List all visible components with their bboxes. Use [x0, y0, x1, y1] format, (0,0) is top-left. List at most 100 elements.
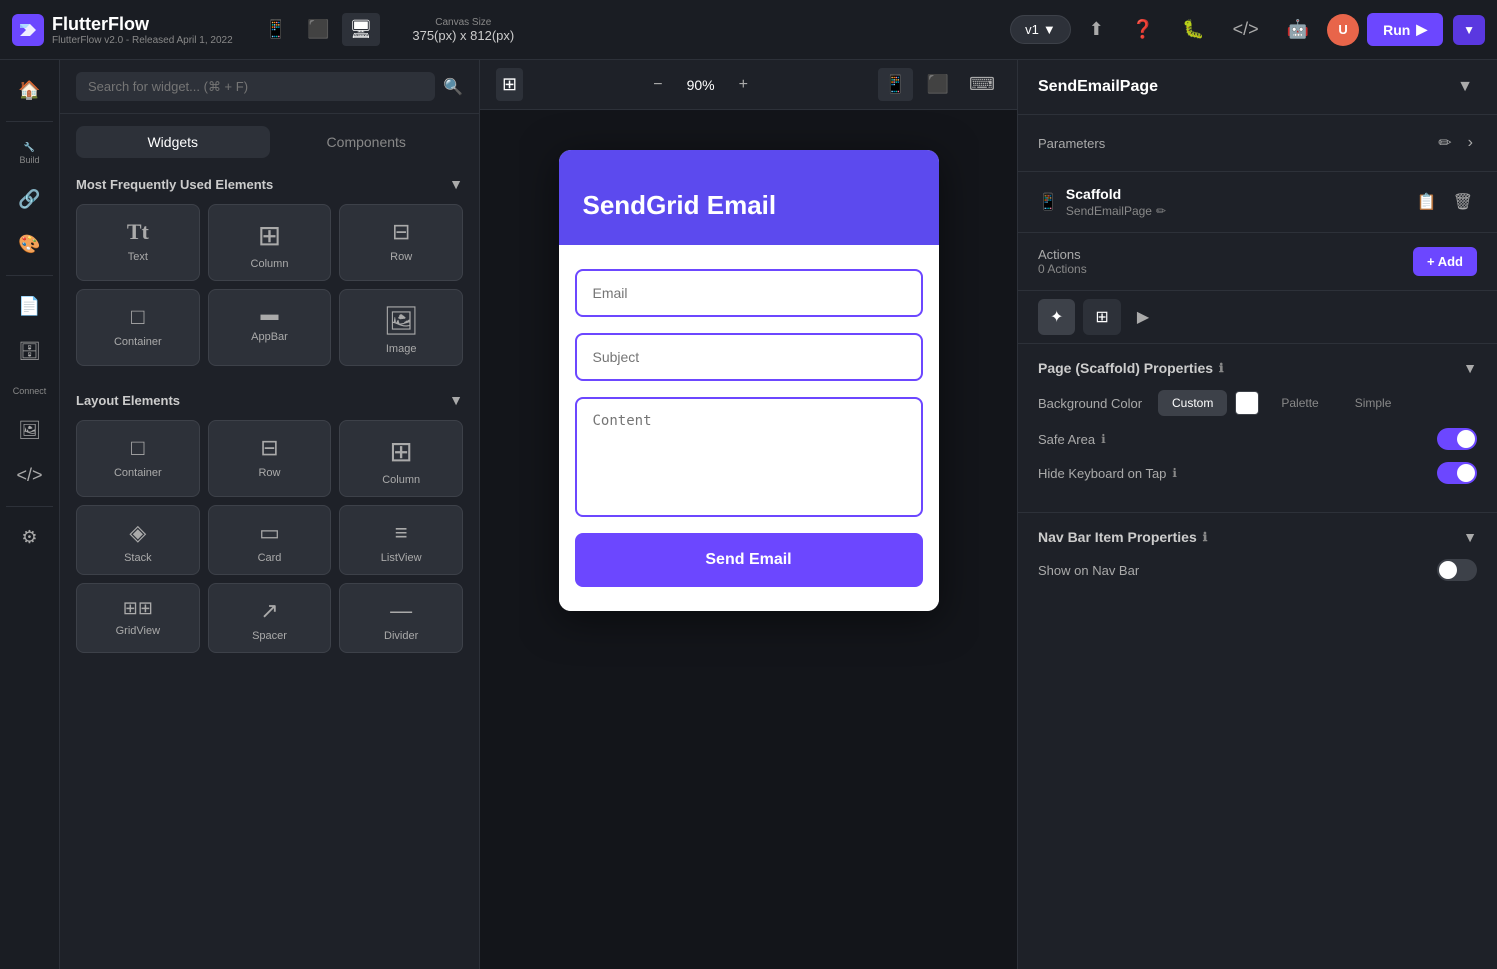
- app-header-title: SendGrid Email: [583, 190, 915, 221]
- show-nav-bar-toggle-row: Show on Nav Bar: [1038, 559, 1477, 581]
- nav-pages-btn[interactable]: 📄: [10, 288, 48, 325]
- code-icon-btn[interactable]: </>: [1223, 13, 1269, 46]
- nav-settings-btn[interactable]: ⚙: [13, 519, 45, 556]
- android-icon-btn[interactable]: 🤖: [1277, 13, 1319, 46]
- widget-item-text[interactable]: Tt Text: [76, 204, 200, 281]
- zoom-out-btn[interactable]: −: [645, 72, 670, 98]
- help-icon-btn[interactable]: ❓: [1122, 13, 1164, 46]
- layout-listview-label: ListView: [381, 552, 422, 564]
- layout-card[interactable]: ▭ Card: [208, 505, 332, 575]
- nav-media-btn[interactable]: 🖼: [10, 412, 49, 449]
- bg-simple-btn[interactable]: Simple: [1341, 390, 1406, 416]
- nav-database-btn[interactable]: 🗄: [10, 333, 49, 370]
- scaffold-delete-btn[interactable]: 🗑: [1449, 188, 1477, 216]
- scaffold-edit-icon[interactable]: ✏: [1156, 204, 1166, 218]
- email-field[interactable]: [575, 269, 923, 317]
- safe-area-toggle[interactable]: [1437, 428, 1477, 450]
- user-avatar[interactable]: U: [1327, 14, 1359, 46]
- widget-item-appbar[interactable]: ▬ AppBar: [208, 289, 332, 366]
- layout-column-label: Column: [382, 474, 420, 486]
- flutterflow-logo-icon: [12, 14, 44, 46]
- subject-field[interactable]: [575, 333, 923, 381]
- layout-stack-label: Stack: [124, 552, 152, 564]
- widget-search-input[interactable]: [76, 72, 435, 101]
- safe-area-toggle-row: Safe Area ℹ: [1038, 428, 1477, 450]
- properties-play-btn[interactable]: ▶: [1129, 299, 1157, 335]
- nav-connect-btn[interactable]: Connect: [5, 378, 55, 404]
- layout-divider[interactable]: — Divider: [339, 583, 463, 653]
- parameters-row: Parameters ✏ ›: [1038, 129, 1477, 157]
- send-email-button[interactable]: Send Email: [575, 533, 923, 587]
- tab-components[interactable]: Components: [270, 126, 464, 158]
- parameters-expand-btn[interactable]: ›: [1464, 129, 1477, 157]
- keyboard-btn[interactable]: ⌨: [963, 68, 1001, 101]
- layout-section-header[interactable]: Layout Elements ▼: [60, 382, 479, 416]
- scaffold-copy-btn[interactable]: 📋: [1413, 188, 1441, 216]
- phone-view-btn[interactable]: 📱: [878, 68, 912, 101]
- bg-custom-btn[interactable]: Custom: [1158, 390, 1227, 416]
- layout-row-label: Row: [258, 467, 280, 479]
- nav-theme-btn[interactable]: 🎨: [10, 226, 48, 263]
- row-widget-icon: ⊟: [392, 219, 410, 245]
- layout-stack[interactable]: ◈ Stack: [76, 505, 200, 575]
- version-selector-btn[interactable]: v1 ▼: [1010, 15, 1071, 44]
- tablet-device-btn[interactable]: ⬛: [299, 13, 337, 46]
- phone-app-header: SendGrid Email: [559, 150, 939, 245]
- far-left-nav: 🏠 🔧 Build 🔗 🎨 📄 🗄 Connect 🖼 </> ⚙: [0, 60, 60, 969]
- tablet-view-btn[interactable]: ⬛: [921, 68, 955, 101]
- layout-card-icon: ▭: [259, 520, 280, 546]
- right-panel-title: SendEmailPage: [1038, 78, 1158, 96]
- actions-section: Actions 0 Actions + Add: [1018, 233, 1497, 291]
- nav-build-btn[interactable]: 🔧 Build: [11, 134, 47, 173]
- tab-widgets[interactable]: Widgets: [76, 126, 270, 158]
- nav-bar-title: Nav Bar Item Properties ℹ: [1038, 529, 1207, 545]
- properties-wand-tab[interactable]: ✦: [1038, 299, 1075, 335]
- nav-functions-btn[interactable]: </>: [8, 457, 50, 494]
- canvas-area: ⊞ − 90% + 📱 ⬛ ⌨ SendGrid Email: [480, 60, 1017, 969]
- content-field[interactable]: [575, 397, 923, 517]
- app-version: FlutterFlow v2.0 - Released April 1, 202…: [52, 35, 233, 46]
- parameters-edit-btn[interactable]: ✏: [1434, 129, 1455, 157]
- version-label: v1: [1025, 22, 1039, 37]
- publish-icon-btn[interactable]: ⬆: [1079, 13, 1114, 46]
- color-swatch[interactable]: [1235, 391, 1259, 415]
- zoom-in-btn[interactable]: +: [731, 72, 756, 98]
- right-panel: SendEmailPage ▼ Parameters ✏ › 📱 Scaffol…: [1017, 60, 1497, 969]
- prop-section-info-icon: ℹ: [1219, 361, 1224, 375]
- scaffold-mobile-icon: 📱: [1038, 192, 1058, 212]
- device-buttons: 📱 ⬛ 🖥: [257, 13, 381, 46]
- layout-gridview-label: GridView: [116, 625, 160, 637]
- widget-item-image[interactable]: 🖼 Image: [339, 289, 463, 366]
- widget-item-column[interactable]: ⊞ Column: [208, 204, 332, 281]
- nav-bar-header[interactable]: Nav Bar Item Properties ℹ ▼: [1038, 529, 1477, 545]
- run-button[interactable]: Run ▶: [1367, 13, 1443, 46]
- widget-item-row[interactable]: ⊟ Row: [339, 204, 463, 281]
- widget-item-container[interactable]: □ Container: [76, 289, 200, 366]
- desktop-device-btn[interactable]: 🖥: [342, 13, 381, 46]
- appbar-widget-label: AppBar: [251, 331, 288, 343]
- layout-container[interactable]: □ Container: [76, 420, 200, 497]
- page-scaffold-header[interactable]: Page (Scaffold) Properties ℹ ▼: [1038, 360, 1477, 376]
- text-widget-label: Text: [128, 251, 148, 263]
- bg-palette-btn[interactable]: Palette: [1267, 390, 1332, 416]
- layout-row[interactable]: ⊟ Row: [208, 420, 332, 497]
- bg-color-prop-row: Background Color Custom Palette Simple: [1038, 390, 1477, 416]
- layout-listview[interactable]: ≡ ListView: [339, 505, 463, 575]
- properties-grid-tab[interactable]: ⊞: [1083, 299, 1120, 335]
- snap-to-grid-btn[interactable]: ⊞: [496, 68, 523, 101]
- right-panel-expand-btn[interactable]: ▼: [1453, 74, 1477, 100]
- most-used-section-header[interactable]: Most Frequently Used Elements ▼: [60, 166, 479, 200]
- widget-search-bar: 🔍: [60, 60, 479, 114]
- scaffold-row: 📱 Scaffold SendEmailPage ✏ 📋 🗑: [1038, 186, 1477, 218]
- layout-spacer[interactable]: ↗ Spacer: [208, 583, 332, 653]
- add-actions-btn[interactable]: + Add: [1413, 247, 1477, 276]
- nav-data-btn[interactable]: 🔗: [10, 181, 48, 218]
- bug-icon-btn[interactable]: 🐛: [1172, 13, 1214, 46]
- show-nav-bar-toggle[interactable]: [1437, 559, 1477, 581]
- nav-home-btn[interactable]: 🏠: [10, 72, 48, 109]
- layout-column[interactable]: ⊞ Column: [339, 420, 463, 497]
- mobile-device-btn[interactable]: 📱: [257, 13, 295, 46]
- hide-keyboard-toggle[interactable]: [1437, 462, 1477, 484]
- run-caret-btn[interactable]: ▼: [1453, 15, 1485, 45]
- layout-gridview[interactable]: ⊞⊞ GridView: [76, 583, 200, 653]
